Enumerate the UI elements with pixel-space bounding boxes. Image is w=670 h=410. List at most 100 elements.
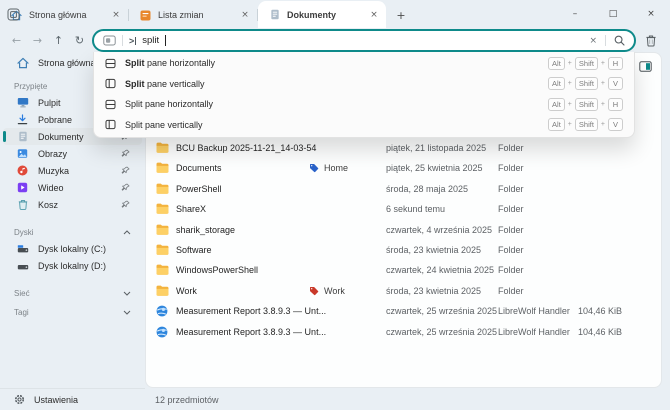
sidebar-item-label: Dysk lokalny (C:) <box>38 243 107 254</box>
folder-icon <box>155 264 169 276</box>
modified-date: czwartek, 24 kwietnia 2025 <box>386 265 495 276</box>
sidebar-section-drives[interactable]: Dyski <box>0 225 145 240</box>
keyboard-shortcut: Alt + Shift + H <box>548 97 623 111</box>
tab-changelog[interactable]: Lista zmian × <box>129 2 257 28</box>
gear-icon <box>14 394 25 405</box>
file-name: Measurement Report 3.8.9.3 — Unt... <box>176 326 327 337</box>
document-icon <box>268 9 281 20</box>
folder-icon <box>155 142 169 153</box>
home-icon <box>16 57 29 69</box>
tab-close-icon[interactable]: × <box>238 8 252 22</box>
keyboard-shortcut: Alt + Shift + H <box>548 56 623 70</box>
keyboard-shortcut: Alt + Shift + V <box>548 118 623 132</box>
modified-date: piątek, 25 kwietnia 2025 <box>386 163 483 174</box>
file-row[interactable]: PowerShell środa, 28 maja 2025 Folder <box>146 179 660 199</box>
palette-item-split-horizontal[interactable]: Split pane horizontally Alt + Shift + H <box>94 94 634 115</box>
document-icon <box>16 131 29 142</box>
tab-documents[interactable]: Dokumenty × <box>258 1 386 28</box>
web-file-icon <box>155 326 169 338</box>
sidebar-item-videos[interactable]: Wideo <box>3 179 142 196</box>
tab-close-icon[interactable]: × <box>367 8 381 22</box>
settings-label: Ustawienia <box>34 394 79 405</box>
sidebar-item-label: Dysk lokalny (D:) <box>38 260 107 271</box>
sidebar-item-drive-d[interactable]: Dysk lokalny (D:) <box>3 257 142 274</box>
search-icon[interactable] <box>614 35 625 46</box>
pin-icon <box>121 149 130 158</box>
file-type: LibreWolf Handler <box>498 306 570 317</box>
file-row[interactable]: sharik_storage czwartek, 4 września 2025… <box>146 220 660 240</box>
label-text: pane horizontally <box>144 58 216 69</box>
modified-date: 6 sekund temu <box>386 204 446 215</box>
file-type: Folder <box>498 143 524 153</box>
file-name: sharik_storage <box>176 224 236 235</box>
file-name: BCU Backup 2025-11-21_14-03-54 <box>176 143 317 153</box>
file-name: Measurement Report 3.8.9.3 — Unt... <box>176 306 327 317</box>
close-button[interactable]: × <box>632 0 670 28</box>
file-type: Folder <box>498 204 524 215</box>
file-row[interactable]: ShareX 6 sekund temu Folder <box>146 199 660 219</box>
file-type: Folder <box>498 224 524 235</box>
new-tab-button[interactable]: + <box>392 6 410 24</box>
sidebar-item-label: Kosz <box>38 199 59 210</box>
tag-badge: Work <box>309 286 345 296</box>
recycle-bin-icon <box>16 199 29 210</box>
tab-list-icon[interactable] <box>6 7 21 22</box>
file-row[interactable]: Software środa, 23 kwietnia 2025 Folder <box>146 240 660 260</box>
command-palette-icon <box>103 35 116 46</box>
refresh-button[interactable]: ↻ <box>69 30 90 50</box>
modified-date: środa, 23 kwietnia 2025 <box>386 244 482 255</box>
sidebar-section-network[interactable]: Sieć <box>0 286 145 301</box>
omnibar-search-input[interactable]: > split × <box>92 29 636 52</box>
file-row[interactable]: Work Work środa, 23 kwietnia 2025 Folder <box>146 281 660 301</box>
chevron-down-icon[interactable] <box>123 291 131 296</box>
file-row[interactable]: WindowsPowerShell czwartek, 24 kwietnia … <box>146 260 660 280</box>
sidebar-item-music[interactable]: Muzyka <box>3 162 142 179</box>
sidebar-item-drive-c[interactable]: Dysk lokalny (C:) <box>3 240 142 257</box>
file-type: Folder <box>498 163 524 174</box>
up-button[interactable]: ↑ <box>48 30 69 50</box>
music-icon <box>16 165 29 176</box>
items-count: 12 przedmiotów <box>155 395 219 405</box>
file-name: Documents <box>176 163 222 174</box>
split-vertical-icon <box>105 119 116 130</box>
file-row[interactable]: BCU Backup 2025-11-21_14-03-54 piątek, 2… <box>146 138 660 158</box>
clear-search-icon[interactable]: × <box>589 36 597 46</box>
split-horizontal-icon <box>105 99 116 110</box>
file-row[interactable]: Measurement Report 3.8.9.3 — Unt... czwa… <box>146 301 660 321</box>
palette-item-split-horizontal[interactable]: Split pane horizontally Alt + Shift + H <box>94 53 634 74</box>
folder-icon <box>155 203 169 214</box>
tab-label: Strona główna <box>29 10 87 20</box>
trash-icon[interactable] <box>641 30 661 50</box>
chevron-down-icon[interactable] <box>123 310 131 315</box>
sidebar-item-label: Obrazy <box>38 148 68 159</box>
palette-item-split-vertical[interactable]: Split pane vertically Alt + Shift + V <box>94 74 634 95</box>
file-name: PowerShell <box>176 183 222 194</box>
drive-icon <box>16 261 29 271</box>
sidebar-item-recycle-bin[interactable]: Kosz <box>3 196 142 213</box>
pin-icon <box>121 183 130 192</box>
maximize-button[interactable]: □ <box>594 0 632 28</box>
sidebar-item-label: Wideo <box>38 182 64 193</box>
omnibar-divider <box>605 35 606 46</box>
sidebar-item-settings[interactable]: Ustawienia <box>0 388 145 410</box>
forward-button[interactable]: → <box>27 30 48 50</box>
tab-label: Dokumenty <box>287 9 337 20</box>
file-row[interactable]: Measurement Report 3.8.9.3 — Unt... czwa… <box>146 322 660 342</box>
keyboard-shortcut: Alt + Shift + V <box>548 77 623 91</box>
sidebar-item-pictures[interactable]: Obrazy <box>3 145 142 162</box>
file-row[interactable]: Documents Home piątek, 25 kwietnia 2025 … <box>146 158 660 178</box>
palette-item-split-vertical[interactable]: Split pane vertically Alt + Shift + V <box>94 115 634 136</box>
split-vertical-icon <box>105 78 116 89</box>
file-type: LibreWolf Handler <box>498 326 570 337</box>
video-icon <box>16 182 29 193</box>
back-button[interactable]: ← <box>6 30 27 50</box>
folder-icon <box>155 162 169 174</box>
minimize-button[interactable]: – <box>556 0 594 28</box>
tab-close-icon[interactable]: × <box>109 8 123 22</box>
sidebar-section-tags[interactable]: Tagi <box>0 305 145 320</box>
chevron-up-icon[interactable] <box>123 230 131 235</box>
tag-icon <box>309 164 319 173</box>
toggle-details-pane-icon[interactable] <box>636 58 654 74</box>
file-name: Software <box>176 244 212 255</box>
file-size: 104,46 KiB <box>578 306 623 317</box>
